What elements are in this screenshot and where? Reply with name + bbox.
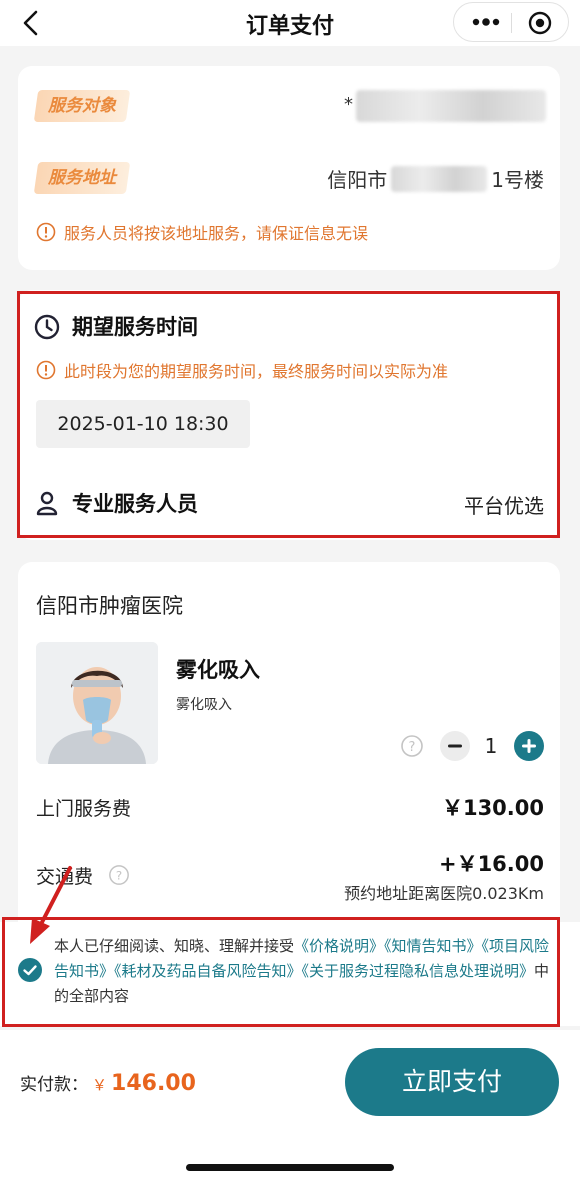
pay-now-button[interactable]: 立即支付 — [345, 1048, 559, 1116]
transport-fee-value: +￥16.00 — [438, 852, 544, 876]
svg-text:?: ? — [409, 740, 416, 755]
distance-note: 预约地址距离医院0.023Km — [344, 884, 544, 903]
visit-fee-value: ￥130.00 — [441, 796, 544, 820]
home-indicator — [186, 1164, 394, 1171]
hospital-name: 信阳市肿瘤医院 — [36, 594, 183, 618]
expected-time-chip[interactable]: 2025-01-10 18:30 — [36, 400, 250, 448]
increase-quantity-button[interactable] — [514, 731, 544, 761]
address-notice-text: 服务人员将按该地址服务，请保证信息无误 — [64, 224, 369, 243]
visit-fee-label: 上门服务费 — [36, 798, 132, 820]
product-subtitle: 雾化吸入 — [176, 697, 232, 713]
info-icon — [36, 222, 56, 242]
mini-program-capsule — [453, 2, 569, 42]
product-image — [36, 642, 158, 764]
quantity-value: 1 — [484, 734, 498, 758]
more-icon[interactable] — [472, 15, 500, 29]
product-name: 雾化吸入 — [176, 658, 260, 682]
total-currency: ￥ — [92, 1076, 108, 1094]
service-info-card: 服务对象 * 服务地址 信阳市 1号楼 服务人员将按该地址服务，请保证信息无误 — [18, 66, 560, 270]
staff-value[interactable]: 平台优选 — [464, 490, 544, 519]
close-target-icon[interactable] — [528, 11, 552, 35]
info-icon — [36, 360, 56, 380]
help-icon[interactable]: ? — [108, 864, 130, 886]
total-amount: 实付款： ￥ 146.00 — [20, 1070, 196, 1096]
decrease-quantity-button[interactable] — [440, 731, 470, 761]
expected-time-title: 期望服务时间 — [72, 315, 198, 339]
clock-icon — [34, 314, 60, 340]
time-notice-text: 此时段为您的期望服务时间，最终服务时间以实际为准 — [64, 362, 449, 381]
blurred-target-name — [356, 90, 546, 122]
agreement-section: 本人已仔细阅读、知晓、理解并接受《价格说明》《知情告知书》《项目风险告知书》《耗… — [0, 922, 580, 1026]
blurred-address — [391, 165, 488, 192]
help-icon[interactable]: ? — [400, 734, 424, 758]
annotation-arrow-icon — [30, 866, 72, 944]
time-notice: 此时段为您的期望服务时间，最终服务时间以实际为准 — [36, 358, 448, 382]
total-label: 实付款： — [20, 1075, 88, 1095]
address-building: 1号楼 — [491, 168, 544, 192]
agreement-text-start: 本人已仔细阅读、知晓、理解并接受 — [54, 937, 295, 955]
capsule-divider — [511, 13, 512, 33]
staff-label: 专业服务人员 — [72, 492, 198, 516]
price-notice-link[interactable]: 《价格说明》 — [294, 937, 384, 955]
address-notice: 服务人员将按该地址服务，请保证信息无误 — [36, 220, 368, 244]
minus-icon — [448, 744, 462, 748]
service-address-tag: 服务地址 — [33, 162, 131, 194]
informed-consent-link[interactable]: 《知情告知书》 — [384, 937, 482, 955]
agreement-text: 本人已仔细阅读、知晓、理解并接受《价格说明》《知情告知书》《项目风险告知书》《耗… — [54, 934, 560, 1009]
target-masked-prefix: * — [344, 94, 353, 115]
child-nebulizer-illustration — [36, 642, 158, 764]
person-icon — [36, 491, 58, 516]
nav-bar: 订单支付 — [0, 0, 580, 46]
service-time-card: 期望服务时间 此时段为您的期望服务时间，最终服务时间以实际为准 2025-01-… — [18, 290, 560, 540]
supplies-risk-link[interactable]: 《耗材及药品自备风险告知》 — [114, 962, 302, 980]
service-target-value: * — [344, 94, 353, 115]
agreement-checkbox[interactable] — [18, 958, 42, 982]
service-target-tag: 服务对象 — [33, 90, 131, 122]
svg-text:?: ? — [116, 869, 122, 883]
plus-icon — [522, 739, 536, 753]
address-city: 信阳市 — [327, 168, 388, 192]
check-icon — [23, 965, 37, 976]
service-address-value: 信阳市 1号楼 — [327, 164, 544, 193]
privacy-handling-link[interactable]: 《关于服务过程隐私信息处理说明》 — [302, 962, 535, 980]
total-value: 146.00 — [111, 1071, 196, 1096]
bottom-pay-bar: 实付款： ￥ 146.00 立即支付 — [0, 1030, 580, 1182]
